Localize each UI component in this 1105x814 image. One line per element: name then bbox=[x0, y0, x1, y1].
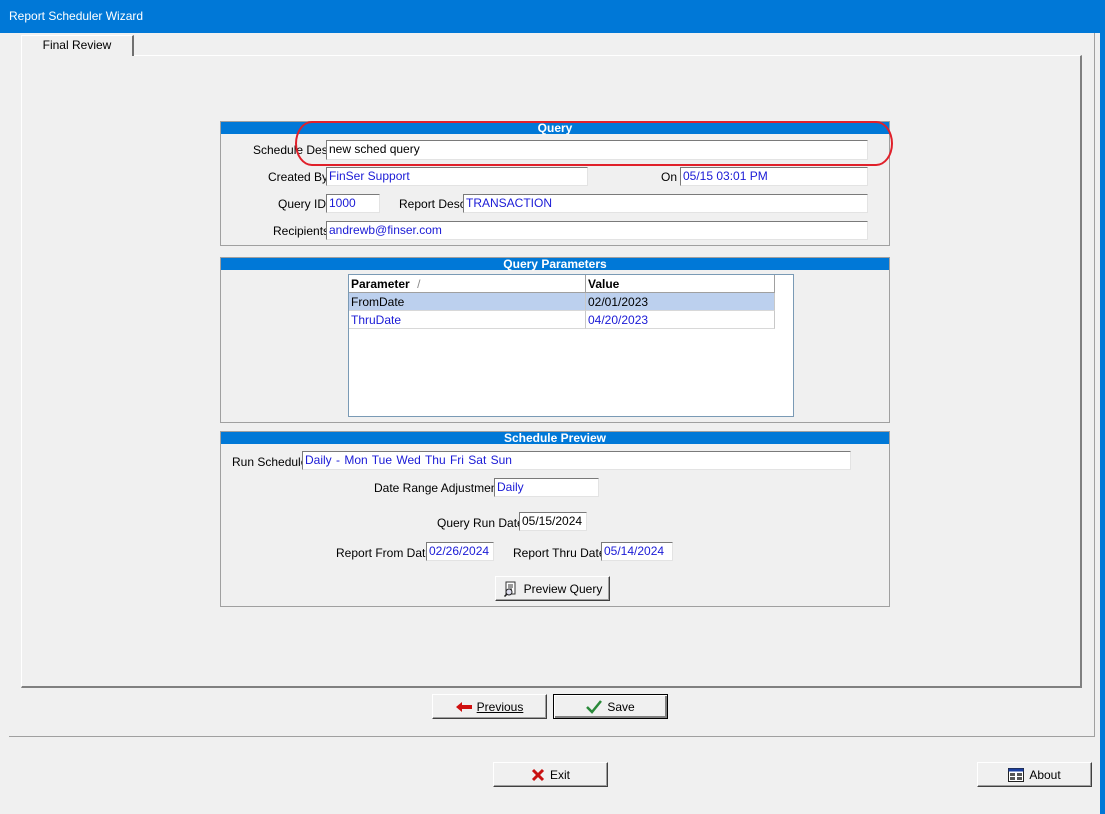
exit-button[interactable]: Exit bbox=[493, 762, 608, 787]
run-schedule-label: Run Schedule bbox=[232, 455, 308, 469]
report-thru-date-label: Report Thru Date bbox=[513, 546, 606, 560]
table-row[interactable]: FromDate 02/01/2023 bbox=[349, 293, 775, 311]
close-icon bbox=[531, 768, 545, 782]
about-window-icon bbox=[1008, 767, 1025, 782]
query-run-date-label: Query Run Date bbox=[437, 516, 524, 530]
preview-query-button[interactable]: Preview Query bbox=[495, 576, 610, 601]
date-range-adjustment-label: Date Range Adjustment bbox=[374, 481, 501, 495]
preview-query-label: Preview Query bbox=[523, 581, 603, 596]
created-by-field: FinSer Support bbox=[326, 167, 588, 186]
column-header-value[interactable]: Value bbox=[586, 275, 775, 293]
previous-button[interactable]: Previous bbox=[432, 694, 547, 719]
window-border bbox=[1100, 33, 1105, 814]
report-desc-field: TRANSACTION bbox=[463, 194, 868, 213]
query-id-field: 1000 bbox=[326, 194, 380, 213]
query-id-label: Query ID bbox=[278, 197, 327, 211]
save-label: Save bbox=[607, 699, 635, 714]
schedule-desc-input[interactable]: new sched query bbox=[326, 140, 868, 160]
about-button[interactable]: About bbox=[977, 762, 1092, 787]
checkmark-icon bbox=[586, 699, 603, 714]
parameters-grid[interactable]: Parameter / Value FromDate 02/01/2023 Th… bbox=[348, 274, 794, 417]
date-range-adjustment-field: Daily bbox=[494, 478, 599, 497]
report-from-date-field: 02/26/2024 bbox=[426, 542, 494, 561]
column-header-parameter[interactable]: Parameter / bbox=[349, 275, 586, 293]
created-on-field: 05/15 03:01 PM bbox=[680, 167, 868, 186]
exit-label: Exit bbox=[549, 767, 570, 782]
report-desc-label: Report Desc bbox=[399, 197, 466, 211]
tab-final-review[interactable]: Final Review bbox=[21, 35, 134, 56]
on-label: On bbox=[661, 170, 678, 184]
created-by-label: Created By bbox=[268, 170, 329, 184]
value-cell: 02/01/2023 bbox=[586, 293, 775, 311]
report-from-date-label: Report From Date bbox=[336, 546, 433, 560]
run-schedule-field: Daily - Mon Tue Wed Thu Fri Sat Sun bbox=[302, 451, 851, 470]
save-button[interactable]: Save bbox=[553, 694, 668, 719]
previous-label: Previous bbox=[476, 699, 524, 714]
schedule-preview-header: Schedule Preview bbox=[221, 432, 889, 444]
sort-indicator-icon: / bbox=[417, 277, 421, 291]
arrow-left-icon bbox=[455, 701, 472, 712]
title-bar: Report Scheduler Wizard bbox=[0, 0, 1105, 33]
query-parameters-header: Query Parameters bbox=[221, 258, 889, 270]
window-title: Report Scheduler Wizard bbox=[9, 9, 144, 23]
parameter-cell: ThruDate bbox=[349, 311, 586, 329]
about-label: About bbox=[1029, 767, 1061, 782]
query-group-header: Query bbox=[221, 122, 889, 134]
document-preview-icon bbox=[503, 581, 519, 597]
parameter-cell: FromDate bbox=[349, 293, 586, 311]
query-run-date-field: 05/15/2024 bbox=[519, 512, 587, 531]
value-cell: 04/20/2023 bbox=[586, 311, 775, 329]
schedule-desc-label: Schedule Desc bbox=[253, 143, 334, 157]
recipients-field: andrewb@finser.com bbox=[326, 221, 868, 240]
report-thru-date-field: 05/14/2024 bbox=[601, 542, 673, 561]
table-row[interactable]: ThruDate 04/20/2023 bbox=[349, 311, 775, 329]
recipients-label: Recipients bbox=[273, 224, 330, 238]
